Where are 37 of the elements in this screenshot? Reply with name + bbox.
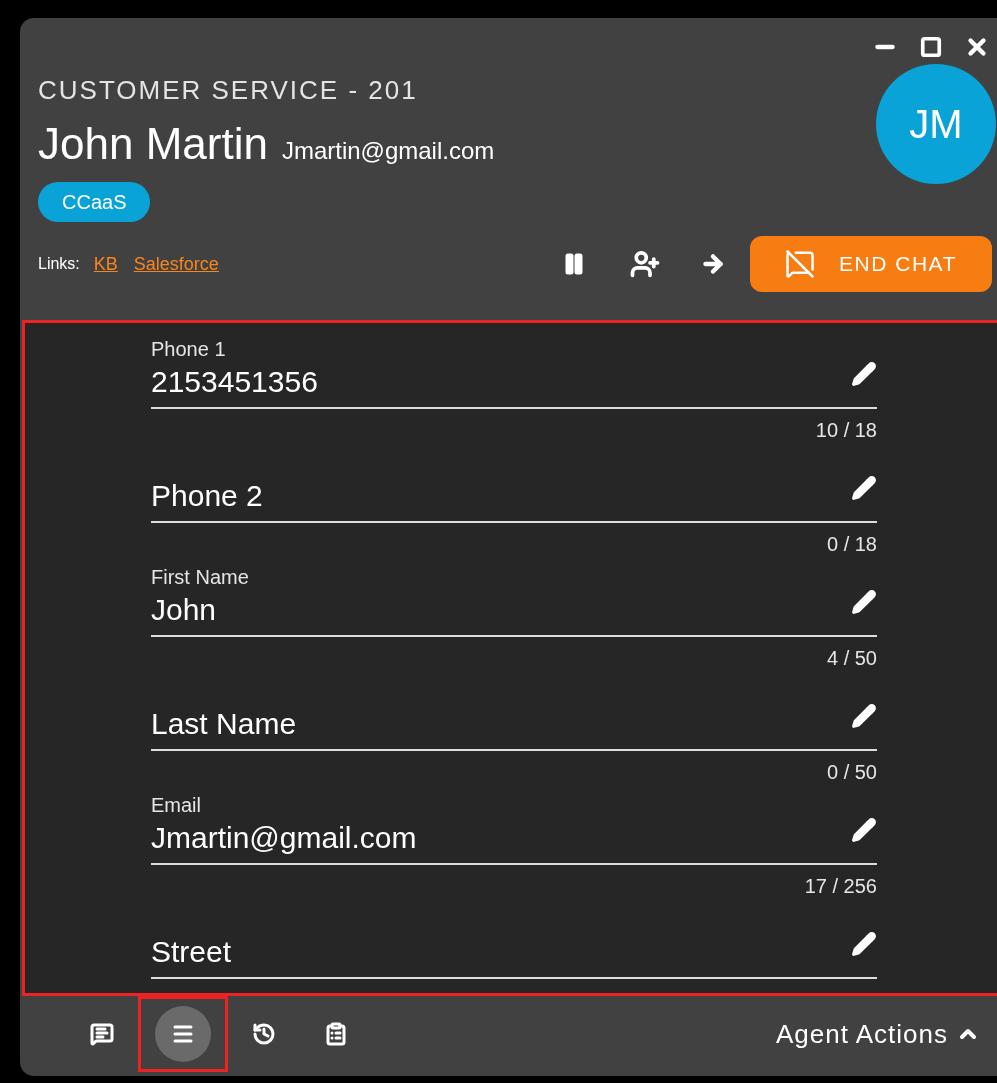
character-counter: 4 / 50 [826, 646, 877, 671]
edit-icon[interactable] [851, 703, 877, 729]
field-label: Phone 1 [151, 337, 226, 362]
queue-title: CUSTOMER SERVICE - 201 [38, 74, 418, 106]
edit-icon[interactable] [851, 931, 877, 957]
customer-email: Jmartin@gmail.com [281, 136, 495, 166]
agent-actions-button[interactable]: Agent Actions [776, 1014, 980, 1054]
input-field[interactable]: John [151, 592, 877, 637]
clipboard-icon [324, 1022, 348, 1046]
customer-name: John Martin [38, 118, 268, 170]
avatar: JM [876, 64, 996, 184]
input-field[interactable]: Last Name [151, 706, 877, 751]
link[interactable]: KB [93, 250, 118, 278]
chat-icon [90, 1022, 114, 1046]
edit-icon[interactable] [851, 589, 877, 615]
character-counter: 0 / 18 [826, 532, 877, 557]
nav-tab[interactable] [155, 1006, 211, 1062]
field-label: First Name [151, 565, 249, 590]
edit-icon[interactable] [851, 817, 877, 843]
character-counter: 10 / 18 [815, 418, 877, 443]
tag-chip: CCaaS [38, 182, 151, 222]
input-field[interactable]: 2153451356 [151, 364, 877, 409]
input-field[interactable]: Jmartin@gmail.com [151, 820, 877, 865]
links-label: Links: [38, 254, 80, 274]
input-field[interactable]: Street [151, 934, 877, 979]
chat-off-icon [785, 249, 816, 279]
input-field[interactable]: Phone 2 [151, 478, 877, 523]
character-counter: 17 / 256 [804, 874, 877, 899]
link[interactable]: Salesforce [133, 250, 219, 278]
history-icon [252, 1022, 276, 1046]
add-user-icon[interactable] [630, 249, 660, 279]
arrow-right-icon[interactable] [700, 251, 726, 277]
character-counter: 0 / 50 [826, 760, 877, 785]
edit-icon[interactable] [851, 475, 877, 501]
edit-icon[interactable] [851, 361, 877, 387]
maximize-icon[interactable] [920, 36, 942, 58]
field-label: Email [151, 793, 201, 818]
